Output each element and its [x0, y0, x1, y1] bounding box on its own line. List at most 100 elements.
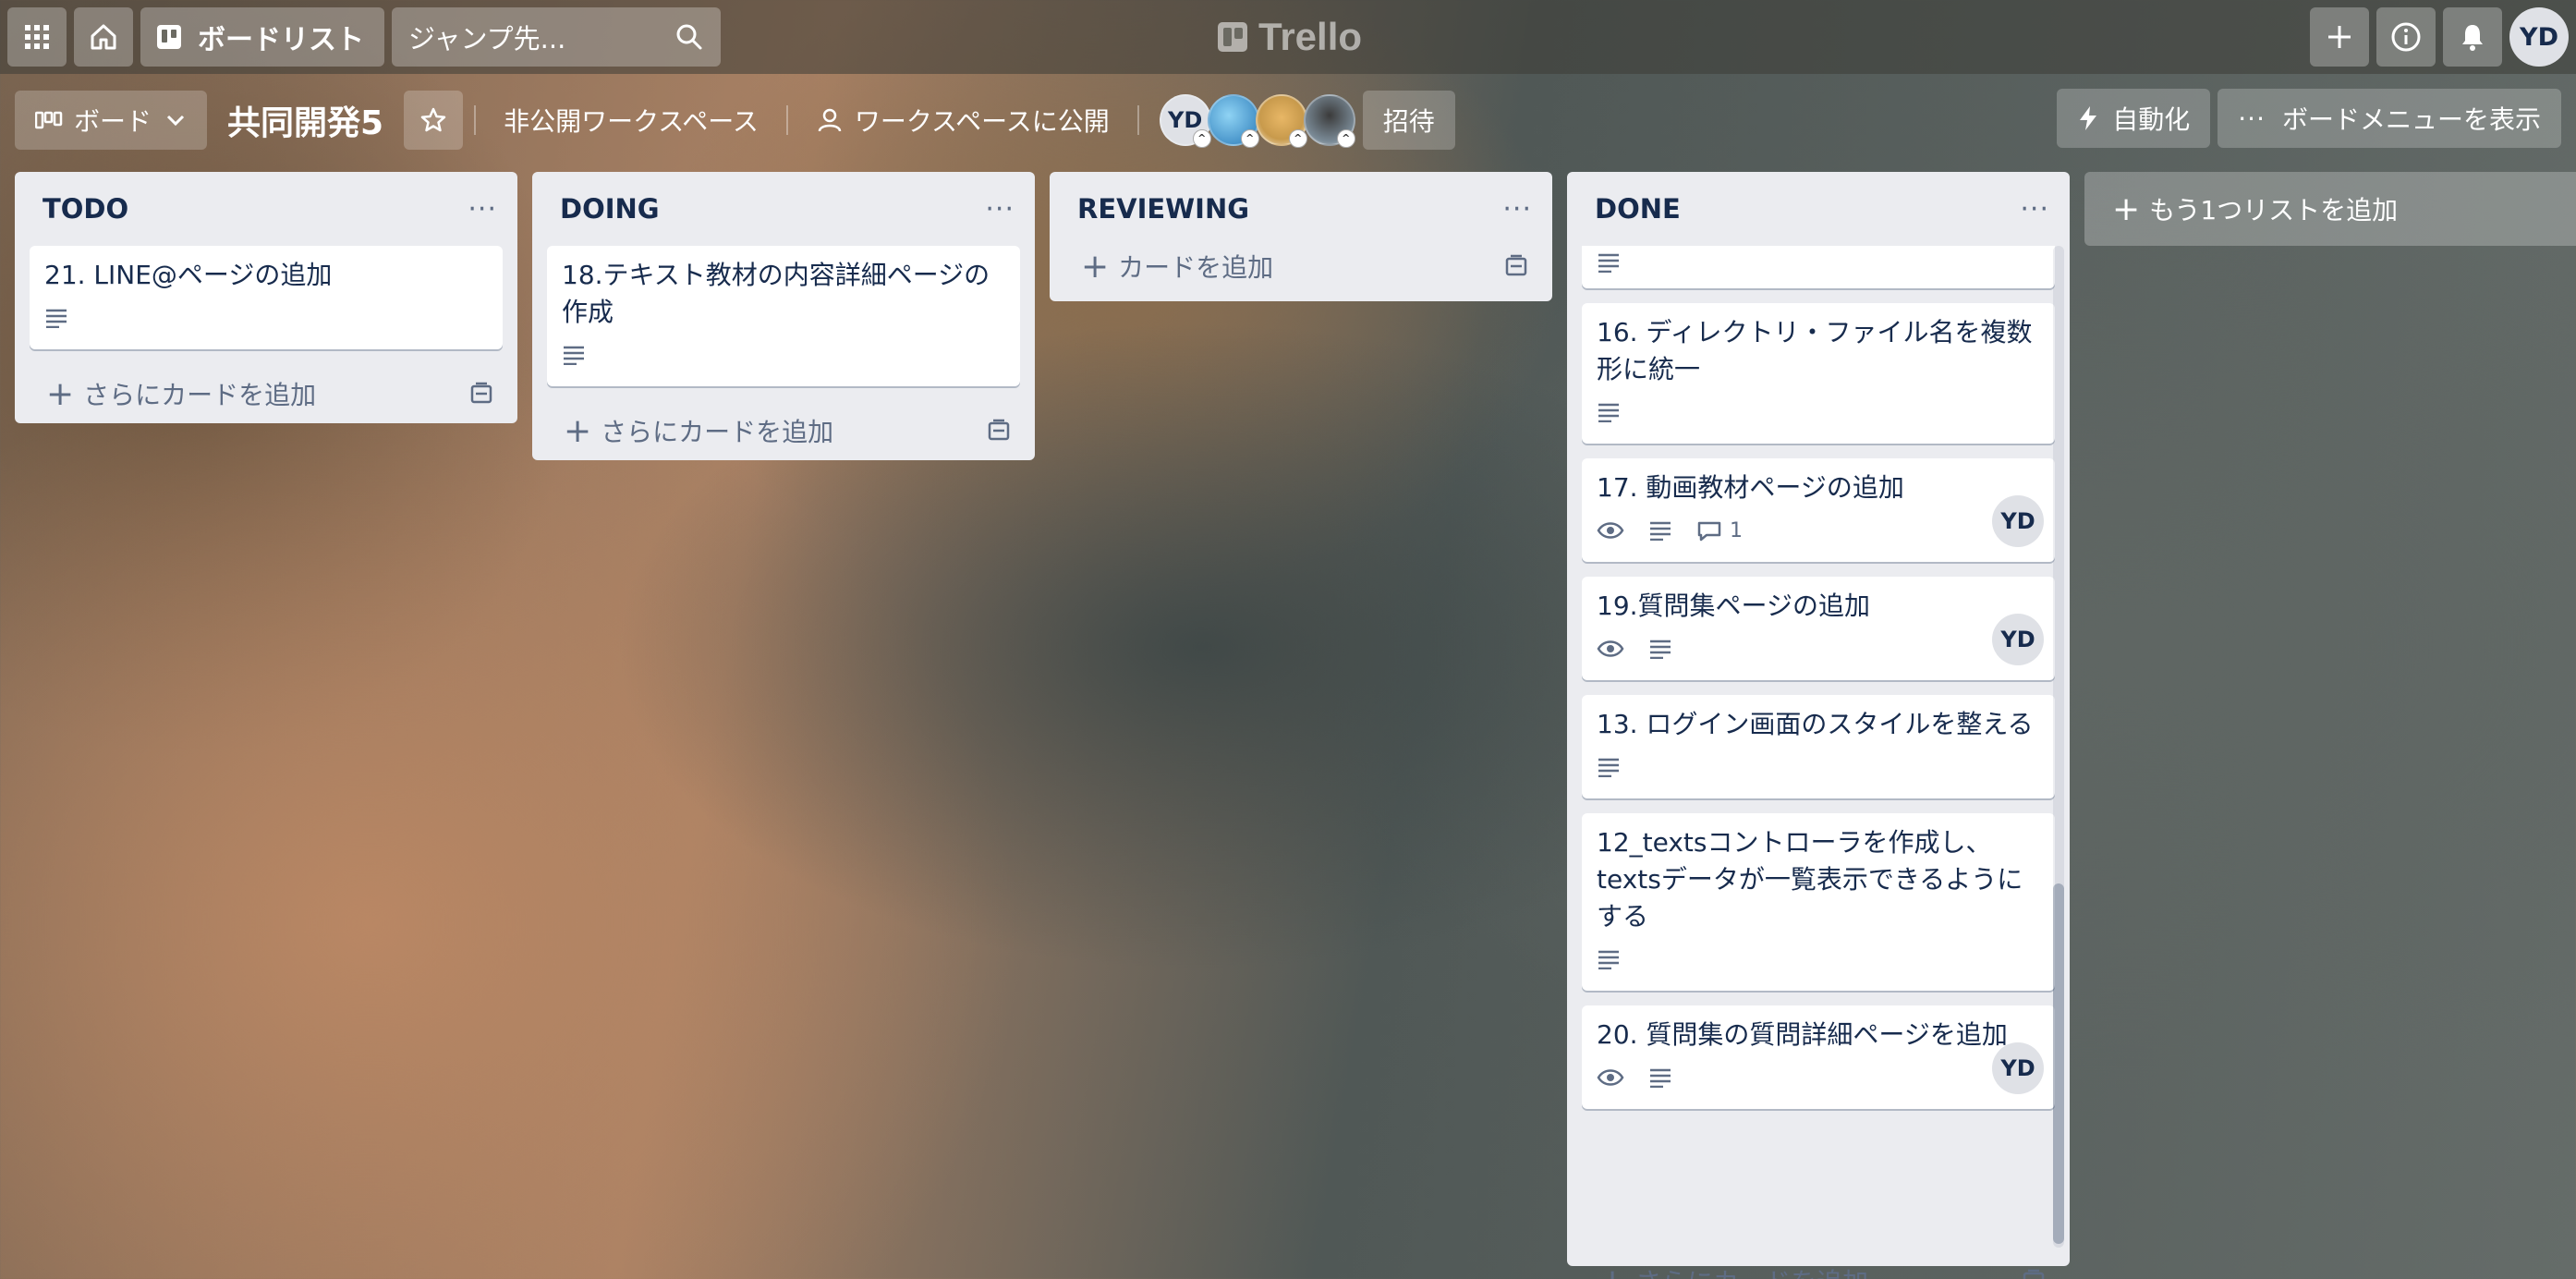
list-card[interactable]: 12_textsコントローラを作成し、textsデータが一覧表示できるようにする: [1582, 813, 2055, 991]
board-icon: [157, 25, 181, 49]
add-card-label: カードを追加: [1118, 252, 1274, 283]
visibility-button[interactable]: ワークスペースに公開: [799, 91, 1126, 150]
list-card[interactable]: 13. ログイン画面のスタイルを整える: [1582, 695, 2055, 798]
automation-button[interactable]: 自動化: [2057, 89, 2211, 148]
list-title[interactable]: DONE: [1595, 193, 1681, 225]
list-card[interactable]: [1582, 246, 2055, 288]
list-card[interactable]: 18.テキスト教材の内容詳細ページの作成: [547, 246, 1020, 386]
search-icon: [676, 24, 702, 50]
eye-icon: [1597, 1069, 1624, 1086]
template-icon[interactable]: [469, 382, 493, 406]
list-card[interactable]: 17. 動画教材ページの追加 1 YD: [1582, 458, 2055, 562]
card-member-avatar[interactable]: YD: [1992, 1042, 2044, 1094]
workspace-button[interactable]: 非公開ワークスペース: [487, 91, 775, 150]
board-view-icon: [35, 111, 63, 129]
comment-badge: 1: [1696, 519, 1743, 542]
add-card-button[interactable]: + さらにカードを追加: [1567, 1251, 2070, 1279]
list-menu-icon[interactable]: ···: [985, 193, 1015, 225]
member-avatar[interactable]: ^: [1255, 94, 1307, 148]
list-reviewing: REVIEWING ··· + カードを追加: [1050, 172, 1552, 301]
divider: [785, 105, 788, 135]
scrollbar-thumb[interactable]: [2053, 883, 2064, 1244]
add-card-label: さらにカードを追加: [1635, 1262, 1868, 1279]
board-list-button[interactable]: ボードリスト: [140, 7, 384, 67]
home-icon: [91, 24, 116, 50]
divider: [474, 105, 477, 135]
search-placeholder: ジャンプ先...: [408, 23, 566, 55]
admin-icon: ^: [1336, 129, 1355, 148]
board-members: YD ^ ^ ^ ^: [1159, 94, 1355, 148]
search-input[interactable]: ジャンプ先...: [392, 7, 721, 67]
notifications-button[interactable]: [2443, 7, 2502, 67]
home-button[interactable]: [74, 7, 133, 67]
plus-icon: [2328, 26, 2351, 48]
admin-icon: ^: [1288, 129, 1307, 148]
member-initials: YD: [1168, 107, 1203, 133]
template-icon[interactable]: [987, 419, 1011, 443]
top-header: ボードリスト ジャンプ先... Trello YD: [0, 0, 2576, 74]
card-title: 12_textsコントローラを作成し、textsデータが一覧表示できるようにする: [1597, 827, 2023, 932]
list-menu-icon[interactable]: ···: [1502, 193, 1532, 225]
bell-icon: [2462, 25, 2483, 51]
list-card[interactable]: 16. ディレクトリ・ファイル名を複数形に統一: [1582, 303, 2055, 444]
card-title: 13. ログイン画面のスタイルを整える: [1597, 709, 2034, 739]
description-icon: [1598, 950, 1619, 969]
card-title: 21. LINE@ページの追加: [44, 260, 333, 290]
view-label: ボード: [74, 106, 152, 137]
add-card-button[interactable]: + さらにカードを追加: [15, 364, 517, 423]
list-title[interactable]: DOING: [560, 193, 660, 225]
list-title[interactable]: REVIEWING: [1077, 193, 1249, 225]
board-header: ボード 共同開発5 非公開ワークスペース ワークスペースに公開 YD ^ ^ ^…: [0, 89, 2576, 152]
star-button[interactable]: [404, 91, 464, 150]
card-member-avatar[interactable]: YD: [1992, 495, 2044, 547]
list-header: REVIEWING ···: [1050, 172, 1552, 246]
list-scrollbar[interactable]: [2053, 246, 2064, 1248]
list-menu-icon[interactable]: ···: [2020, 193, 2049, 225]
description-icon: [1598, 403, 1619, 422]
eye-icon: [1597, 640, 1624, 657]
list-card[interactable]: 21. LINE@ページの追加: [30, 246, 503, 349]
invite-button[interactable]: 招待: [1362, 91, 1455, 150]
add-card-button[interactable]: + さらにカードを追加: [532, 401, 1035, 460]
apps-switcher-button[interactable]: [7, 7, 67, 67]
people-icon: [818, 108, 842, 132]
chevron-down-icon: [166, 115, 185, 127]
member-avatar[interactable]: ^: [1207, 94, 1259, 148]
template-icon[interactable]: [1504, 254, 1528, 278]
card-title: 18.テキスト教材の内容詳細ページの作成: [562, 260, 990, 327]
list-menu-icon[interactable]: ···: [468, 193, 497, 225]
view-switcher-button[interactable]: ボード: [15, 91, 208, 150]
list-card[interactable]: 20. 質問集の質問詳細ページを追加 YD: [1582, 1005, 2055, 1109]
logo-text: Trello: [1258, 15, 1363, 58]
info-icon: [2391, 22, 2421, 52]
board-menu-button[interactable]: ··· ボードメニューを表示: [2218, 89, 2561, 148]
trello-logo-icon: [1218, 22, 1247, 52]
comment-icon: [1697, 521, 1721, 542]
add-list-label: もう1つリストを追加: [2149, 195, 2399, 225]
add-card-button[interactable]: + カードを追加: [1050, 237, 1552, 296]
member-avatar[interactable]: ^: [1303, 94, 1355, 148]
member-avatar[interactable]: YD ^: [1159, 94, 1211, 148]
list-cards-scroll[interactable]: 16. ディレクトリ・ファイル名を複数形に統一 17. 動画教材ページの追加 1…: [1567, 246, 2070, 1248]
user-avatar[interactable]: YD: [2509, 7, 2569, 67]
description-icon: [1598, 758, 1619, 777]
card-member-avatar[interactable]: YD: [1992, 614, 2044, 665]
list-title[interactable]: TODO: [43, 193, 128, 225]
description-icon: [1650, 640, 1671, 659]
create-button[interactable]: [2310, 7, 2369, 67]
card-title: 17. 動画教材ページの追加: [1597, 472, 1904, 503]
board-title[interactable]: 共同開発5: [207, 96, 404, 144]
template-icon[interactable]: [2022, 1269, 2046, 1279]
trello-logo[interactable]: Trello: [1218, 13, 1362, 61]
card-title: 20. 質問集の質問詳細ページを追加: [1597, 1019, 2008, 1050]
add-card-label: さらにカードを追加: [601, 417, 834, 447]
list-card[interactable]: 19.質問集ページの追加 YD: [1582, 577, 2055, 680]
description-icon: [1598, 253, 1619, 273]
description-icon: [1650, 521, 1671, 541]
list-header: DONE ···: [1567, 172, 2070, 246]
add-list-button[interactable]: + もう1つリストを追加: [2084, 172, 2576, 246]
eye-icon: [1597, 522, 1624, 539]
list-doing: DOING ··· 18.テキスト教材の内容詳細ページの作成 + さらにカードを追…: [532, 172, 1035, 460]
visibility-label: ワークスペースに公開: [854, 106, 1110, 137]
info-button[interactable]: [2376, 7, 2436, 67]
